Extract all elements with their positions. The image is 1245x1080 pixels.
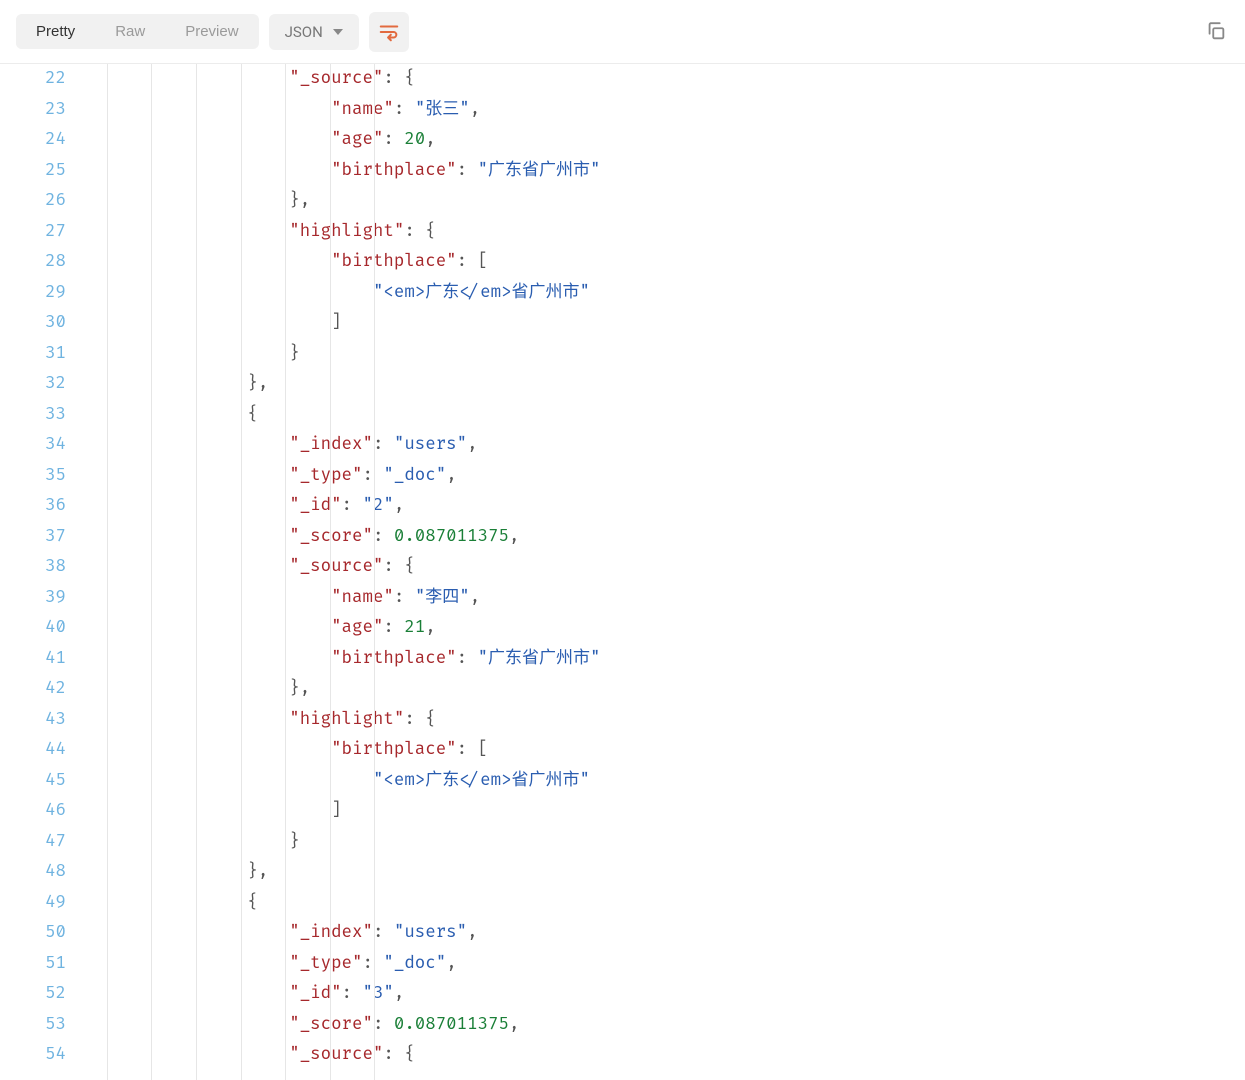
code-line: "age": 21, [80,613,1245,644]
word-wrap-icon [378,21,400,43]
chevron-down-icon [333,29,343,35]
code-line: "_source": { [80,552,1245,583]
line-number: 45 [0,766,66,797]
line-number: 29 [0,278,66,309]
code-line: } [80,827,1245,858]
code-line: "_source": { [80,64,1245,95]
line-number: 52 [0,979,66,1010]
line-number: 44 [0,735,66,766]
code-line: "highlight": { [80,217,1245,248]
line-number: 32 [0,369,66,400]
line-number: 54 [0,1040,66,1071]
indent-guide [107,64,108,1080]
code-line: "birthplace": "广东省广州市" [80,156,1245,187]
line-number: 33 [0,400,66,431]
line-number: 48 [0,857,66,888]
line-number: 51 [0,949,66,980]
code-line: "birthplace": "广东省广州市" [80,644,1245,675]
line-number: 36 [0,491,66,522]
code-viewer[interactable]: 2223242526272829303132333435363738394041… [0,64,1245,1080]
response-toolbar: PrettyRawPreview JSON [0,0,1245,64]
line-number: 49 [0,888,66,919]
code-line: "_score": 0.087011375, [80,522,1245,553]
copy-button[interactable] [1205,20,1229,44]
line-number: 50 [0,918,66,949]
code-line: "name": "张三", [80,95,1245,126]
code-line: "_score": 0.087011375, [80,1010,1245,1041]
format-label: JSON [285,23,323,41]
code-line: ] [80,796,1245,827]
code-line: "birthplace": [ [80,735,1245,766]
code-line: "age": 20, [80,125,1245,156]
code-line: }, [80,674,1245,705]
code-line: "_source": { [80,1040,1245,1071]
code-line: "highlight": { [80,705,1245,736]
line-number: 43 [0,705,66,736]
line-number: 42 [0,674,66,705]
indent-guide [241,64,242,1080]
line-number: 22 [0,64,66,95]
line-number: 23 [0,95,66,126]
code-line: } [80,339,1245,370]
line-number: 27 [0,217,66,248]
code-line: "_index": "users", [80,430,1245,461]
line-number: 47 [0,827,66,858]
line-number: 24 [0,125,66,156]
indent-guide [285,64,286,1080]
view-tab-preview[interactable]: Preview [165,14,258,49]
indent-guide [196,64,197,1080]
view-tab-pretty[interactable]: Pretty [16,14,95,49]
line-number: 34 [0,430,66,461]
code-line: "<em>广东</em>省广州市" [80,278,1245,309]
code-line: "<em>广东</em>省广州市" [80,766,1245,797]
code-line: "_id": "3", [80,979,1245,1010]
line-number: 35 [0,461,66,492]
format-select[interactable]: JSON [269,14,359,50]
line-number-gutter: 2223242526272829303132333435363738394041… [0,64,80,1080]
line-number: 31 [0,339,66,370]
indent-guide [151,64,152,1080]
code-line: }, [80,857,1245,888]
copy-icon [1205,20,1227,42]
code-line: "_type": "_doc", [80,949,1245,980]
indent-guide [374,64,375,1080]
code-line: { [80,400,1245,431]
code-line: }, [80,186,1245,217]
code-line: "name": "李四", [80,583,1245,614]
line-number: 37 [0,522,66,553]
line-number: 39 [0,583,66,614]
view-tab-raw[interactable]: Raw [95,14,165,49]
line-number: 30 [0,308,66,339]
code-line: "_id": "2", [80,491,1245,522]
code-line: ] [80,308,1245,339]
line-number: 25 [0,156,66,187]
line-number: 53 [0,1010,66,1041]
line-number: 26 [0,186,66,217]
word-wrap-button[interactable] [369,12,409,52]
code-line: { [80,888,1245,919]
code-line: }, [80,369,1245,400]
indent-guide [330,64,331,1080]
view-tab-group: PrettyRawPreview [16,14,259,49]
code-line: "birthplace": [ [80,247,1245,278]
line-number: 40 [0,613,66,644]
line-number: 38 [0,552,66,583]
line-number: 41 [0,644,66,675]
line-number: 28 [0,247,66,278]
line-number: 46 [0,796,66,827]
code-line: "_index": "users", [80,918,1245,949]
code-content: "_source": { "name": "张三", "age": 20, "b… [80,64,1245,1080]
code-line: "_type": "_doc", [80,461,1245,492]
